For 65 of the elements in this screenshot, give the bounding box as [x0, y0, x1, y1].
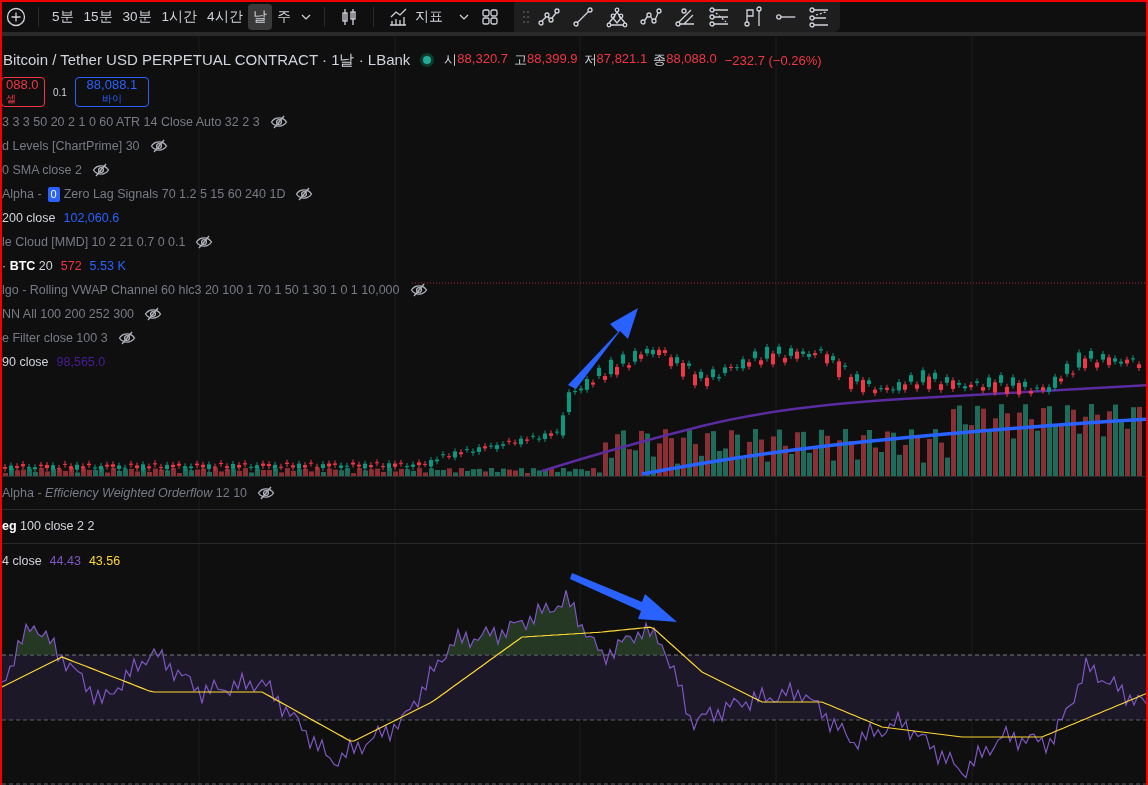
eye-slash-icon[interactable] [409, 283, 428, 297]
polyline-icon [537, 6, 560, 28]
indicator-label: Alpha - Efficiency Weighted Orderflow 12 10 [2, 486, 248, 500]
plus-circle-icon [5, 6, 27, 28]
ohlc-value: 87,821.1 [596, 51, 648, 68]
interval-tab[interactable]: 주 [271, 4, 296, 30]
ohlc-label: 고 [513, 51, 527, 69]
indicator-label: · BTC 20 [2, 259, 53, 273]
eye-slash-icon[interactable] [117, 331, 136, 345]
interval-tab[interactable]: 4시간 [202, 4, 248, 30]
horizontal-line-icon [775, 14, 796, 20]
buy-button[interactable]: 88,088.1 바이 [74, 77, 149, 107]
ohlc-value: 88,088.0 [666, 51, 717, 68]
eye-slash-icon[interactable] [257, 486, 276, 500]
flag-icon [741, 6, 764, 28]
pattern-icon [605, 6, 628, 28]
indicator-label: eg 100 close 2 2 [2, 519, 95, 533]
indicator-value: 572 [60, 259, 82, 273]
indicator-value: 5.53 K [89, 259, 126, 273]
eye-slash-icon[interactable] [149, 139, 168, 153]
ohlc-value: 88,399.9 [526, 51, 578, 68]
ohlc-value: 88,320.7 [457, 51, 508, 68]
fork-icon [673, 6, 696, 28]
parallel-lines-icon [807, 6, 830, 28]
eye-slash-icon[interactable] [269, 115, 288, 129]
chevron-down-icon [300, 14, 311, 20]
interval-tab[interactable]: 15분 [78, 4, 118, 30]
interval-tab[interactable]: 5분 [47, 4, 79, 30]
indicator-label: d Levels [ChartPrime] 30 [2, 139, 140, 153]
indicator-label: e Filter close 100 3 [2, 331, 108, 345]
interval-tab[interactable]: 1시간 [156, 4, 203, 30]
indicator-label: 200 close [2, 211, 56, 225]
indicator-label: le Cloud [MMD] 10 2 21 0.7 0 0.1 [2, 235, 186, 249]
indicator-value: 43.56 [88, 554, 121, 568]
zigzag-icon [639, 6, 662, 28]
eye-slash-icon[interactable] [144, 307, 163, 321]
indicator-label: 3 3 3 50 20 2 1 0 60 ATR 14 Close Auto 32 2 3 [2, 115, 260, 129]
quantity-label: 0.1 [53, 86, 67, 98]
ohlc-label: 저 [583, 51, 597, 69]
indicator-label: 90 close [2, 355, 49, 369]
eye-slash-icon[interactable] [91, 163, 110, 177]
fib-lines-icon [707, 6, 730, 28]
indicator-value: 98,565.0 [56, 355, 106, 369]
indicator-label: Zero Lag Signals 70 1.2 5 15 60 240 1D [63, 187, 286, 201]
eye-slash-icon[interactable] [195, 235, 214, 249]
sell-button[interactable]: 088.0 셀 [2, 77, 45, 107]
number-badge: 0 [47, 186, 60, 202]
chevron-down-icon [458, 14, 469, 20]
indicator-label: 4 close [2, 554, 42, 568]
price-change: −232.7 (−0.26%) [724, 52, 822, 68]
ohlc-label: 종 [653, 51, 667, 69]
indicator-value: 44.43 [49, 554, 81, 568]
indicator-label: 0 SMA close 2 [2, 163, 82, 177]
indicator-label: Alpha - [2, 187, 42, 201]
symbol-title: Bitcoin / Tether USD PERPETUAL CONTRACT · 1날 · LBank [3, 50, 411, 70]
interval-tab[interactable]: 날 [247, 4, 272, 30]
indicators-button[interactable]: 지표 [381, 4, 448, 30]
grip-icon [521, 10, 530, 24]
interval-tab[interactable]: 30분 [117, 4, 157, 30]
eye-slash-icon[interactable] [295, 187, 314, 201]
indicator-label: NN All 100 200 252 300 [2, 307, 135, 321]
indicator-value: 102,060.6 [63, 211, 120, 225]
indicator-label: lgo - Rolling VWAP Channel 60 hlc3 20 100 1 70 1 50 1 30 1 0 1 10,000 [2, 283, 400, 297]
ohlc-label: 시 [444, 51, 458, 69]
line-icon [571, 6, 594, 28]
